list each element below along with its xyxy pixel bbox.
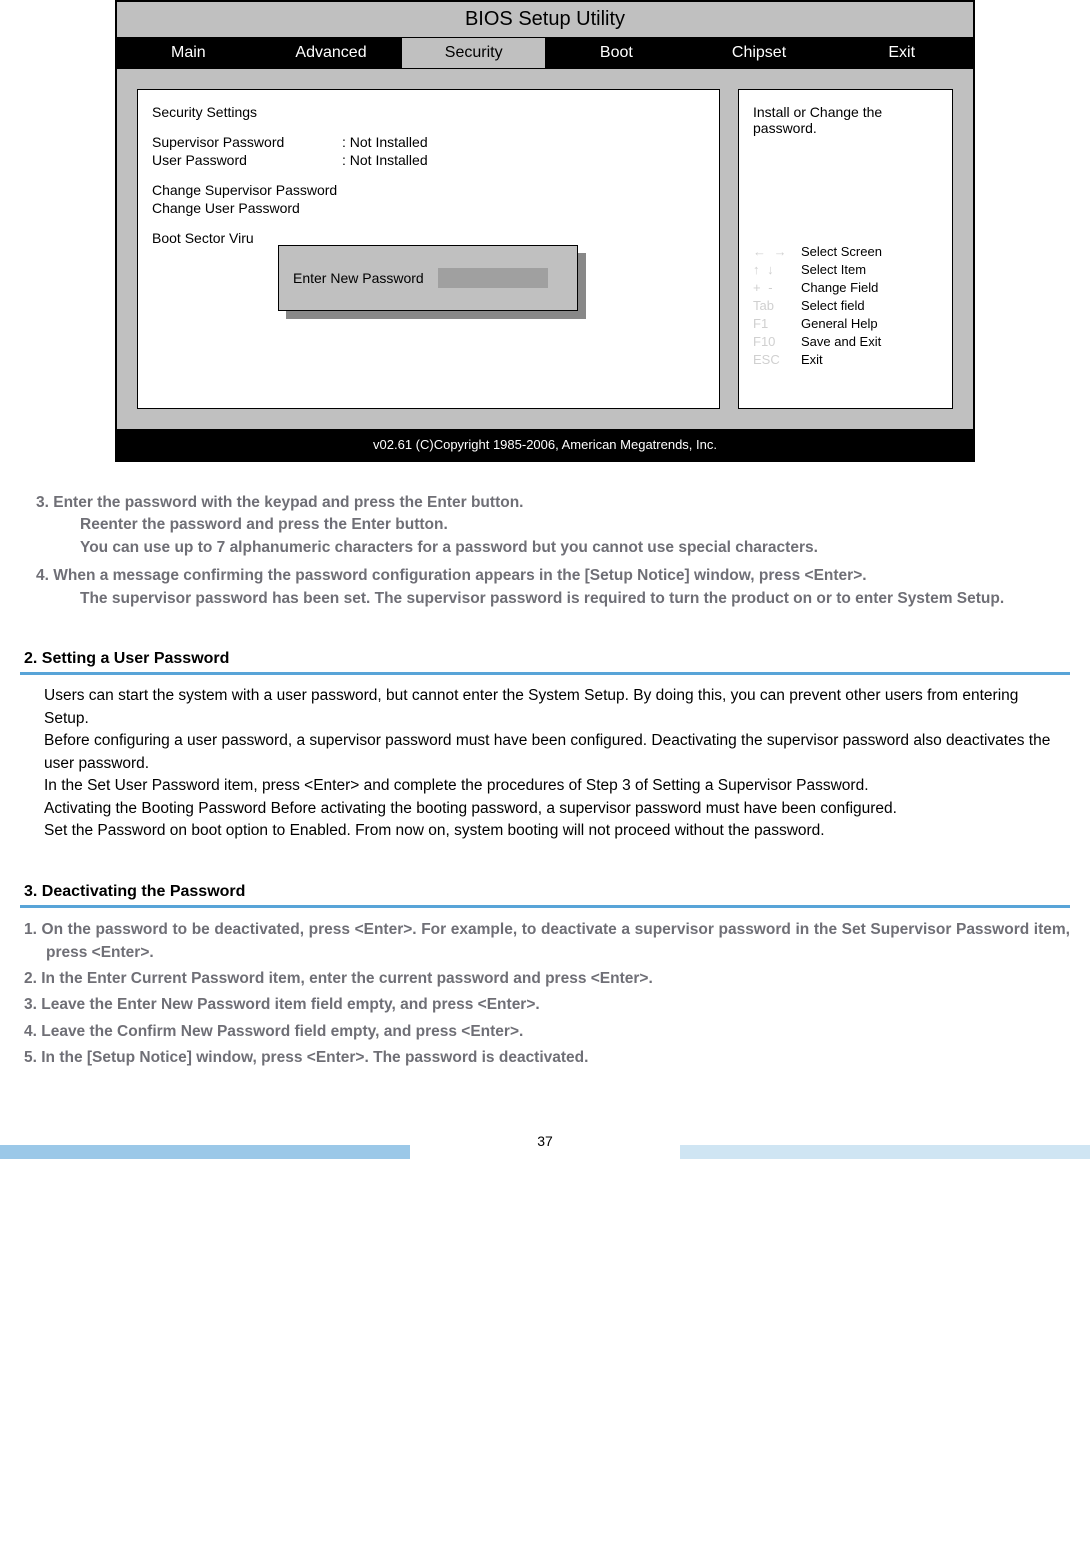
help-f10: F10Save and Exit: [753, 334, 938, 349]
step-3: 3. Enter the password with the keypad an…: [36, 492, 1070, 559]
help-keys: Select Screen Select Item Change Field T…: [753, 244, 938, 367]
help-line1: Install or Change the: [753, 104, 938, 120]
menu-exit[interactable]: Exit: [830, 38, 973, 68]
page-number: 37: [0, 1133, 1090, 1149]
menu-advanced[interactable]: Advanced: [260, 38, 403, 68]
bios-menu: Main Advanced Security Boot Chipset Exit: [117, 37, 973, 69]
section2-heading: 2. Setting a User Password: [20, 650, 1070, 668]
section3-heading: 3. Deactivating the Password: [20, 883, 1070, 901]
help-tab: TabSelect field: [753, 298, 938, 313]
user-value: : Not Installed: [342, 152, 428, 168]
deact-step-2: 2. In the Enter Current Password item, e…: [20, 967, 1070, 990]
deact-step-1: 1. On the password to be deactivated, pr…: [20, 918, 1070, 965]
help-select-screen: Select Screen: [753, 244, 938, 259]
bios-title: BIOS Setup Utility: [117, 2, 973, 37]
help-description: Install or Change the password.: [753, 104, 938, 244]
bios-footer: v02.61 (C)Copyright 1985-2006, American …: [117, 429, 973, 460]
supervisor-value: : Not Installed: [342, 134, 428, 150]
change-user-password[interactable]: Change User Password: [152, 200, 705, 216]
bios-window: BIOS Setup Utility Main Advanced Securit…: [115, 0, 975, 462]
dialog-box: Enter New Password: [278, 245, 578, 311]
password-input[interactable]: [438, 268, 548, 288]
plus-minus-icon: [753, 280, 801, 295]
menu-chipset[interactable]: Chipset: [688, 38, 831, 68]
dialog-label: Enter New Password: [293, 270, 424, 286]
divider: [20, 672, 1070, 675]
page-footer: 37: [0, 1119, 1090, 1159]
step-4: 4. When a message confirming the passwor…: [36, 565, 1070, 610]
menu-boot[interactable]: Boot: [545, 38, 688, 68]
password-dialog: Enter New Password: [278, 245, 578, 311]
supervisor-password-row: Supervisor Password : Not Installed: [152, 134, 705, 150]
boot-sector-virus[interactable]: Boot Sector Viru: [152, 230, 705, 246]
bios-body: Security Settings Supervisor Password : …: [117, 69, 973, 429]
change-supervisor-password[interactable]: Change Supervisor Password: [152, 182, 705, 198]
user-label: User Password: [152, 152, 342, 168]
security-settings-heading: Security Settings: [152, 104, 705, 120]
help-change-field: Change Field: [753, 280, 938, 295]
deact-step-4: 4. Leave the Confirm New Password field …: [20, 1020, 1070, 1043]
divider: [20, 905, 1070, 908]
help-esc: ESCExit: [753, 352, 938, 367]
help-line2: password.: [753, 120, 938, 136]
help-select-item: Select Item: [753, 262, 938, 277]
section2-body: Users can start the system with a user p…: [20, 685, 1070, 842]
bios-left-panel: Security Settings Supervisor Password : …: [137, 89, 720, 409]
supervisor-label: Supervisor Password: [152, 134, 342, 150]
menu-security[interactable]: Security: [402, 38, 545, 68]
bios-right-panel: Install or Change the password. Select S…: [738, 89, 953, 409]
arrow-vertical-icon: [753, 262, 801, 277]
user-password-row: User Password : Not Installed: [152, 152, 705, 168]
help-f1: F1General Help: [753, 316, 938, 331]
menu-main[interactable]: Main: [117, 38, 260, 68]
deact-step-5: 5. In the [Setup Notice] window, press <…: [20, 1046, 1070, 1069]
arrow-horizontal-icon: [753, 244, 801, 259]
deact-step-3: 3. Leave the Enter New Password item fie…: [20, 993, 1070, 1016]
